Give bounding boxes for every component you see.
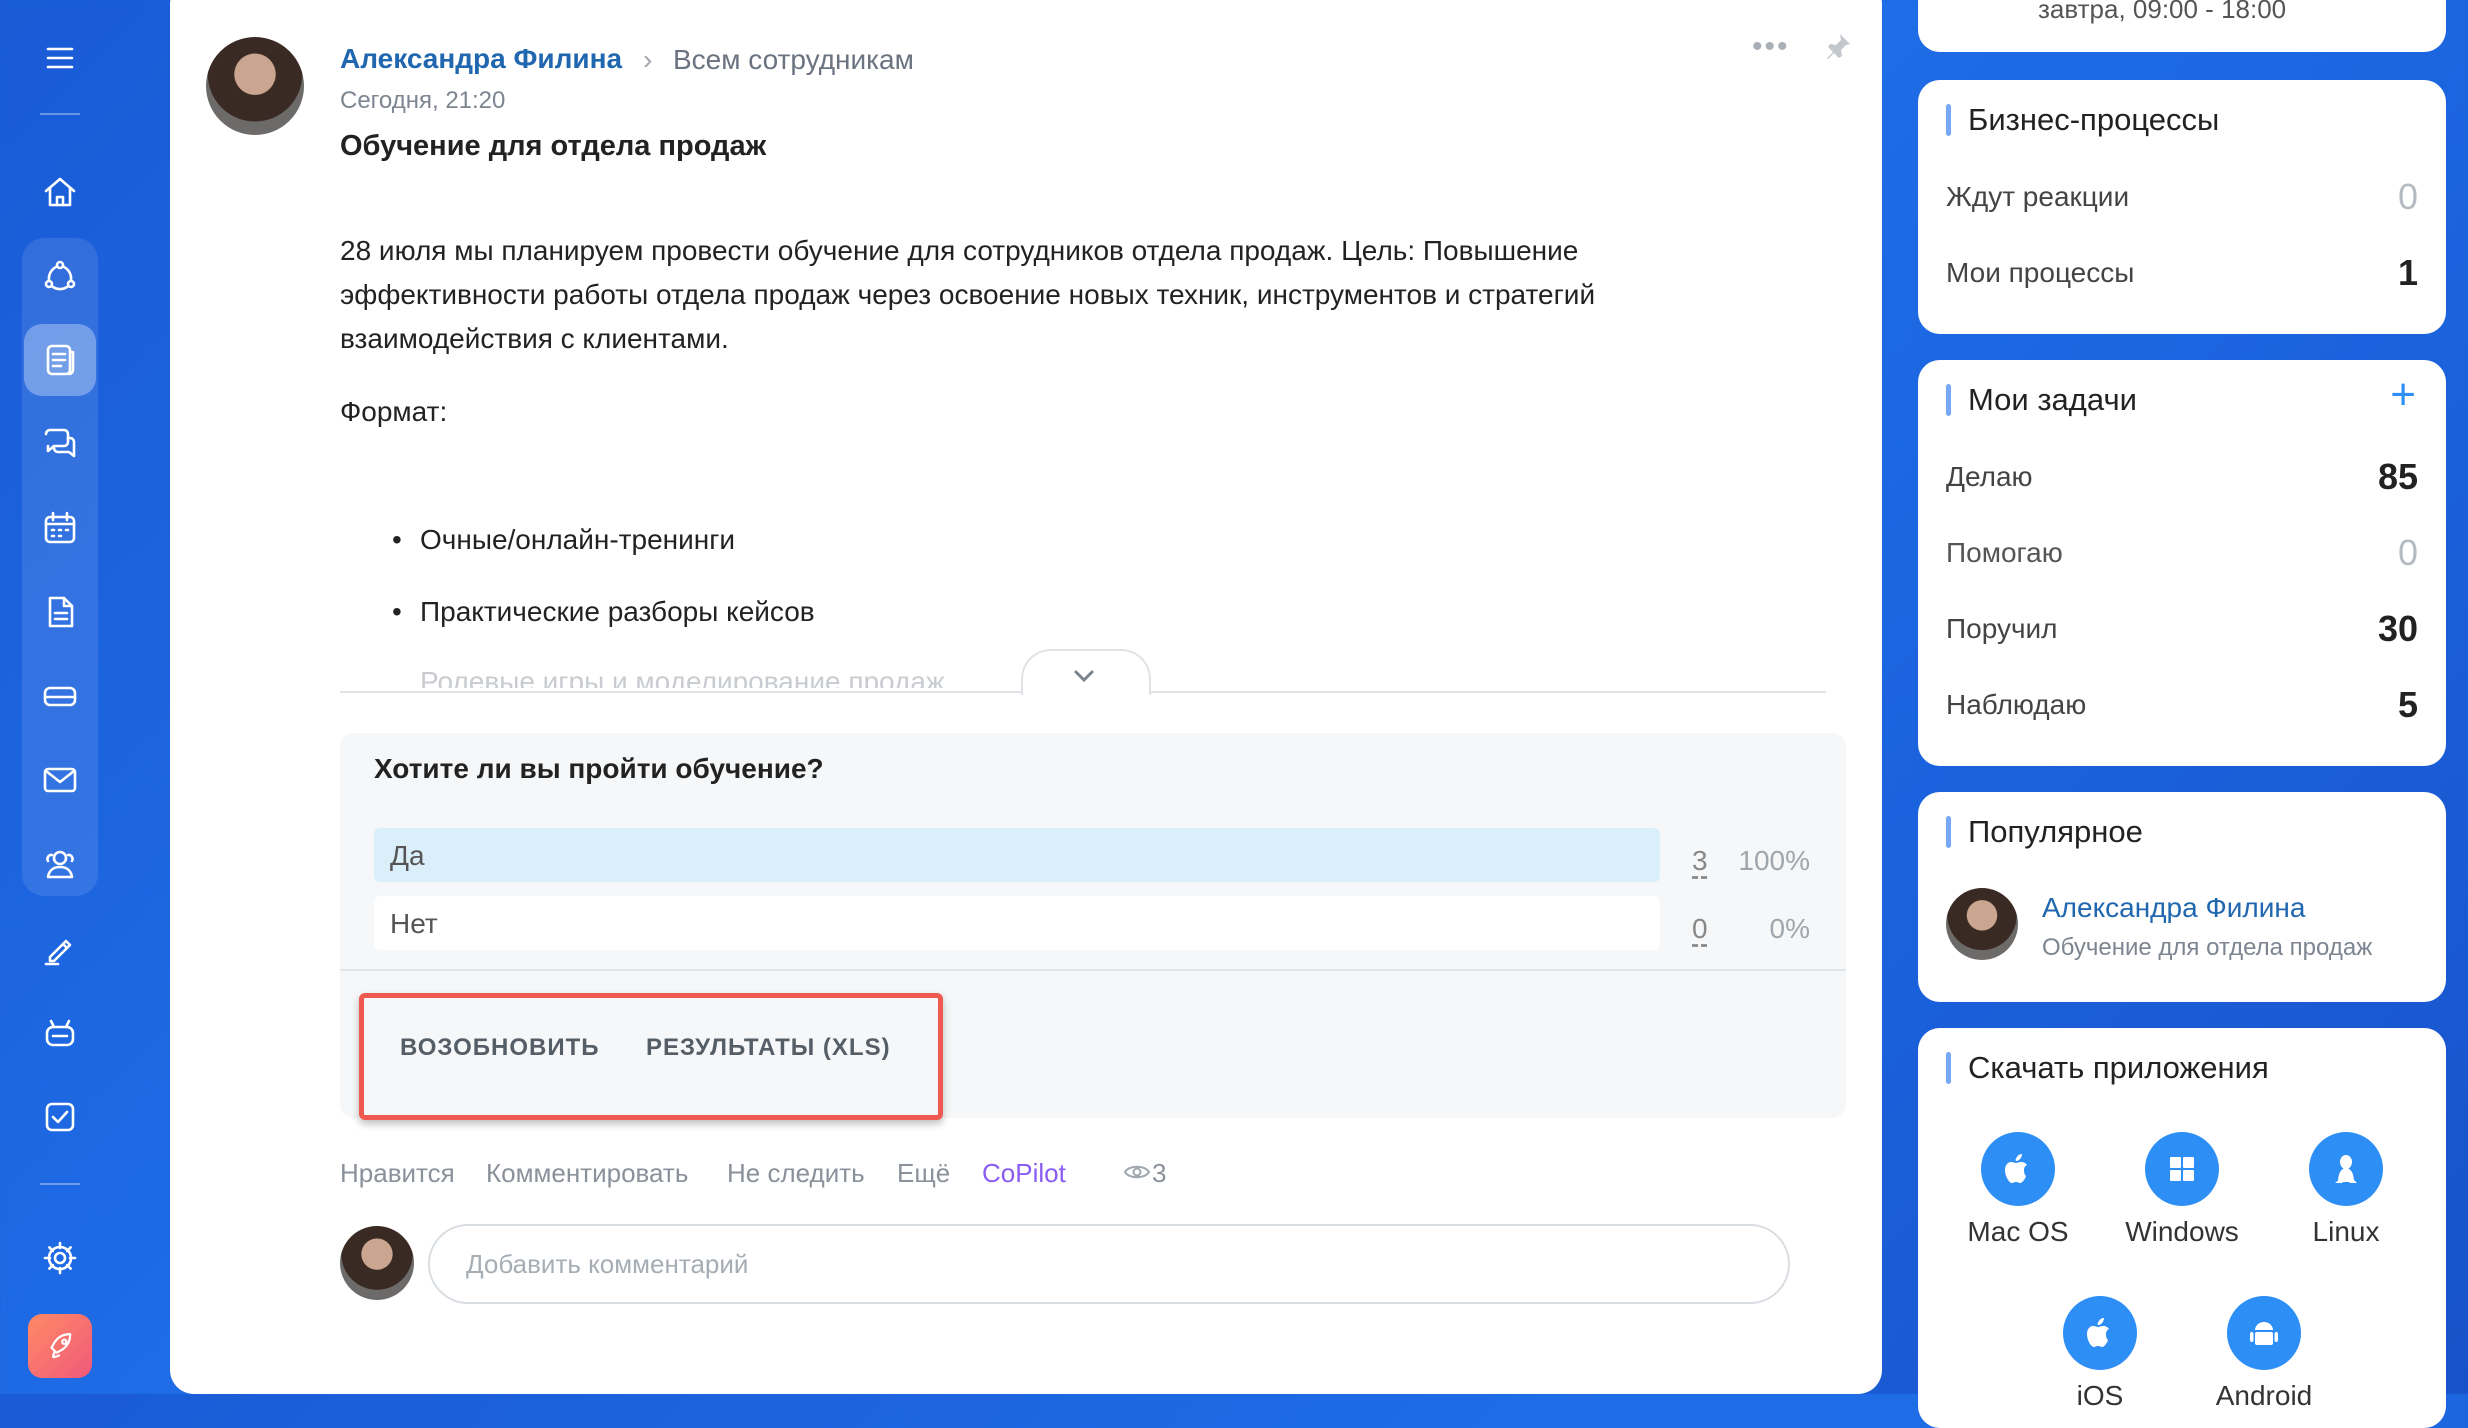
chevron-right-icon: › — [643, 44, 653, 75]
more-dots-icon[interactable]: ••• — [1752, 30, 1790, 64]
menu-icon[interactable] — [24, 22, 96, 94]
task-row-label[interactable]: Наблюдаю — [1946, 689, 2086, 721]
linux-icon — [2309, 1132, 2383, 1206]
app-ios[interactable]: iOS — [2020, 1296, 2180, 1412]
rail-divider — [40, 1183, 80, 1185]
rocket-icon[interactable] — [28, 1314, 92, 1378]
schedule-widget: завтра, 09:00 - 18:00 — [1918, 0, 2446, 52]
popular-post[interactable]: Обучение для отдела продаж — [2042, 934, 2372, 962]
author-name[interactable]: Александра Филина — [340, 43, 622, 75]
chat-icon[interactable] — [24, 408, 96, 480]
post-time[interactable]: Сегодня, 21:20 — [340, 87, 505, 115]
chevron-down-icon — [1072, 668, 1096, 689]
comment-link[interactable]: Комментировать — [486, 1158, 688, 1189]
task-row-value[interactable]: 0 — [2398, 532, 2418, 574]
eye-icon — [1123, 1162, 1151, 1187]
document-icon[interactable] — [24, 576, 96, 648]
poll-divider — [340, 969, 1846, 971]
sign-icon[interactable] — [24, 913, 96, 985]
popular-author-avatar[interactable] — [1946, 888, 2018, 960]
apple-icon — [2063, 1296, 2137, 1370]
poll-count[interactable]: 3 — [1692, 845, 1708, 877]
poll-answer-fill — [374, 828, 1660, 882]
widget-title[interactable]: Бизнес-процессы — [1968, 102, 2219, 138]
app-name: Mac OS — [1967, 1216, 2069, 1247]
poll-percent: 100% — [1738, 845, 1810, 876]
app-name: Android — [2215, 1380, 2313, 1411]
post-title: Обучение для отдела продаж — [340, 130, 767, 162]
add-task-button[interactable]: + — [2390, 370, 2416, 420]
schedule-text: завтра, 09:00 - 18:00 — [2038, 0, 2287, 24]
business-processes-widget: Бизнес-процессы Ждут реакции 0 Мои проце… — [1918, 80, 2446, 334]
tasks-icon[interactable] — [24, 1081, 96, 1153]
mail-icon[interactable] — [24, 744, 96, 816]
views-count: 3 — [1152, 1158, 1167, 1188]
app-macos[interactable]: Mac OS — [1938, 1132, 2098, 1248]
bp-row-value[interactable]: 1 — [2398, 252, 2418, 294]
widget-title: Популярное — [1968, 814, 2143, 849]
task-row-value[interactable]: 85 — [2378, 456, 2418, 498]
popular-author[interactable]: Александра Филина — [2042, 892, 2305, 924]
post-paragraph: 28 июля мы планируем провести обучение д… — [340, 235, 1596, 354]
download-apps-widget: Скачать приложения Mac OS Windows Linux … — [1918, 1028, 2446, 1428]
widget-accent-bar — [1946, 816, 1951, 848]
poll-answer-label: Нет — [390, 908, 438, 939]
copilot-bot-icon[interactable] — [24, 997, 96, 1069]
app-name: Windows — [2125, 1216, 2239, 1247]
bullet-item: Практические разборы кейсов — [392, 596, 815, 628]
my-tasks-widget: Мои задачи + Делаю 85 Помогаю 0 Поручил … — [1918, 360, 2446, 766]
comment-placeholder: Добавить комментарий — [466, 1249, 749, 1279]
bp-row-label[interactable]: Ждут реакции — [1946, 181, 2129, 213]
poll-answer-yes[interactable]: Да — [374, 828, 1660, 882]
poll-answer-label: Да — [390, 840, 425, 871]
drive-icon[interactable] — [24, 660, 96, 732]
apple-icon — [1981, 1132, 2055, 1206]
audience-link[interactable]: Всем сотрудникам — [673, 44, 914, 76]
bp-row-value[interactable]: 0 — [2398, 176, 2418, 218]
poll-question: Хотите ли вы пройти обучение? — [374, 753, 824, 784]
highlight-frame — [359, 993, 943, 1120]
app-linux[interactable]: Linux — [2266, 1132, 2426, 1248]
app-windows[interactable]: Windows — [2102, 1132, 2262, 1248]
pin-icon[interactable] — [1822, 30, 1854, 67]
more-link[interactable]: Ещё — [897, 1158, 950, 1189]
format-label: Формат: — [340, 396, 448, 427]
task-row-label[interactable]: Делаю — [1946, 461, 2033, 493]
author-avatar[interactable] — [206, 37, 304, 135]
app-android[interactable]: Android — [2184, 1296, 2344, 1412]
bp-row-label[interactable]: Мои процессы — [1946, 257, 2134, 289]
rail-divider — [40, 113, 80, 115]
comment-input[interactable]: Добавить комментарий — [428, 1224, 1790, 1304]
settings-icon[interactable] — [24, 1222, 96, 1294]
app-name: Linux — [2312, 1216, 2380, 1247]
task-row-label[interactable]: Поручил — [1946, 613, 2058, 645]
copilot-link[interactable]: CoPilot — [982, 1158, 1066, 1189]
popular-widget: Популярное Александра Филина Обучение дл… — [1918, 792, 2446, 1002]
app-name: iOS — [2076, 1380, 2124, 1411]
poll-percent: 0% — [1769, 913, 1810, 944]
widget-title: Скачать приложения — [1968, 1050, 2269, 1085]
task-row-value[interactable]: 30 — [2378, 608, 2418, 650]
widget-title[interactable]: Мои задачи — [1968, 382, 2137, 418]
user-avatar[interactable] — [340, 1226, 414, 1300]
like-link[interactable]: Нравится — [340, 1158, 455, 1189]
task-row-value[interactable]: 5 — [2398, 684, 2418, 726]
faded-text: Ролевые игры и моделирование продаж — [420, 666, 1120, 688]
android-icon — [2227, 1296, 2301, 1370]
widget-accent-bar — [1946, 104, 1951, 136]
users-icon[interactable] — [24, 828, 96, 900]
calendar-icon[interactable] — [24, 492, 96, 564]
unfollow-link[interactable]: Не следить — [727, 1158, 865, 1189]
windows-icon — [2145, 1132, 2219, 1206]
widget-accent-bar — [1946, 1052, 1951, 1084]
feed-icon[interactable] — [24, 324, 96, 396]
home-icon[interactable] — [24, 156, 96, 228]
bullet-item: Очные/онлайн-тренинги — [392, 524, 735, 556]
task-row-label[interactable]: Помогаю — [1946, 537, 2063, 569]
widget-accent-bar — [1946, 384, 1951, 416]
crm-icon[interactable] — [24, 240, 96, 312]
poll-answer-no[interactable]: Нет — [374, 896, 1660, 950]
left-rail — [0, 0, 124, 1394]
poll-count[interactable]: 0 — [1692, 913, 1708, 945]
